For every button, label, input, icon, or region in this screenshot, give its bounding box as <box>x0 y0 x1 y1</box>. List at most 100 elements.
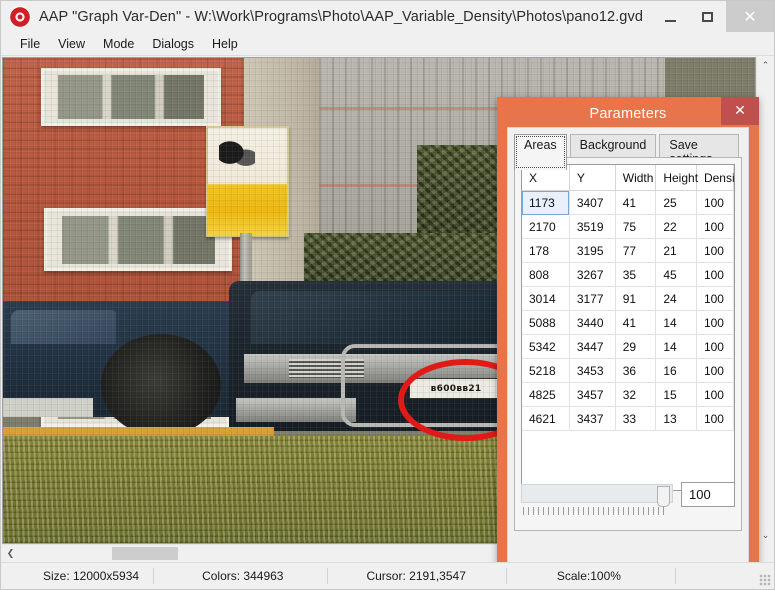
cell-height[interactable]: 16 <box>655 358 697 383</box>
column-header-density[interactable]: Density <box>696 165 734 191</box>
cell-width[interactable]: 33 <box>615 406 657 431</box>
cell-height[interactable]: 13 <box>655 406 697 431</box>
cell-x[interactable]: 5342 <box>522 334 570 359</box>
cell-x[interactable]: 178 <box>522 238 570 263</box>
dialog-close-button[interactable]: ✕ <box>721 97 759 125</box>
spare-wheel <box>100 334 222 437</box>
menu-item-view[interactable]: View <box>49 35 94 53</box>
cell-x[interactable]: 3014 <box>522 286 570 311</box>
cell-height[interactable]: 22 <box>655 214 697 239</box>
cell-density[interactable]: 100 <box>696 214 734 239</box>
app-logo-icon <box>9 5 31 28</box>
cell-width[interactable]: 32 <box>615 382 657 407</box>
dialog-title: Parameters <box>589 106 667 122</box>
density-value-field[interactable]: 100 <box>681 482 735 507</box>
slider-thumb[interactable] <box>657 486 670 507</box>
building-window <box>40 67 222 126</box>
tab-areas[interactable]: Areas <box>514 134 567 170</box>
menu-item-dialogs[interactable]: Dialogs <box>143 35 203 53</box>
cell-y[interactable]: 3447 <box>569 334 616 359</box>
cell-x[interactable]: 5218 <box>522 358 570 383</box>
slider-track[interactable] <box>521 484 673 507</box>
table-row[interactable]: 2170 3519 75 22 100 <box>522 214 734 239</box>
menu-item-file[interactable]: File <box>11 35 49 53</box>
cell-width[interactable]: 91 <box>615 286 657 311</box>
cell-height[interactable]: 14 <box>655 310 697 335</box>
window-title: AAP "Graph Var-Den" - W:\Work\Programs\P… <box>39 8 643 25</box>
cell-y[interactable]: 3457 <box>569 382 616 407</box>
cell-x[interactable]: 808 <box>522 262 570 287</box>
table-row[interactable]: 1173 3407 41 25 100 <box>522 190 734 215</box>
cell-density[interactable]: 100 <box>696 406 734 431</box>
table-row[interactable]: 3014 3177 91 24 100 <box>522 286 734 311</box>
cell-y[interactable]: 3267 <box>569 262 616 287</box>
cell-x[interactable]: 4825 <box>522 382 570 407</box>
close-button[interactable]: ✕ <box>726 1 774 32</box>
table-row[interactable]: 5088 3440 41 14 100 <box>522 310 734 335</box>
cell-height[interactable]: 25 <box>655 190 697 215</box>
cell-width[interactable]: 35 <box>615 262 657 287</box>
resize-grip[interactable] <box>759 574 771 586</box>
client-area: в600вв21 ⌃ ⌄ ❮ ❯ Parameters <box>1 56 774 562</box>
window-controls: ✕ <box>652 1 774 32</box>
horizontal-scroll-thumb[interactable] <box>112 547 178 560</box>
cell-width[interactable]: 77 <box>615 238 657 263</box>
table-row[interactable]: 4825 3457 32 15 100 <box>522 382 734 407</box>
cell-width[interactable]: 36 <box>615 358 657 383</box>
status-size: Size: 12000x5934 <box>1 568 155 584</box>
table-row[interactable]: 178 3195 77 21 100 <box>522 238 734 263</box>
table-row[interactable]: 5342 3447 29 14 100 <box>522 334 734 359</box>
areas-grid[interactable]: X Y Width Height Density 1173 <box>521 164 735 491</box>
cell-y[interactable]: 3437 <box>569 406 616 431</box>
cell-x[interactable]: 2170 <box>522 214 570 239</box>
menu-item-help[interactable]: Help <box>203 35 247 53</box>
close-icon: ✕ <box>743 6 757 26</box>
cell-x[interactable]: 1173 <box>522 190 570 215</box>
cell-density[interactable]: 100 <box>696 310 734 335</box>
building-window <box>44 208 233 272</box>
cell-y[interactable]: 3407 <box>569 190 616 215</box>
cell-height[interactable]: 14 <box>655 334 697 359</box>
minimize-icon <box>665 19 676 22</box>
density-slider[interactable] <box>521 482 673 518</box>
table-row[interactable]: 5218 3453 36 16 100 <box>522 358 734 383</box>
cell-width[interactable]: 29 <box>615 334 657 359</box>
cell-density[interactable]: 100 <box>696 382 734 407</box>
cell-y[interactable]: 3177 <box>569 286 616 311</box>
cell-y[interactable]: 3195 <box>569 238 616 263</box>
table-row[interactable]: 4621 3437 33 13 100 <box>522 406 734 431</box>
cell-height[interactable]: 24 <box>655 286 697 311</box>
cell-y[interactable]: 3519 <box>569 214 616 239</box>
cell-height[interactable]: 45 <box>655 262 697 287</box>
cell-density[interactable]: 100 <box>696 334 734 359</box>
cell-width[interactable]: 41 <box>615 190 657 215</box>
minimize-button[interactable] <box>652 1 689 32</box>
cell-density[interactable]: 100 <box>696 262 734 287</box>
cell-height[interactable]: 21 <box>655 238 697 263</box>
maximize-button[interactable] <box>689 1 726 32</box>
close-icon: ✕ <box>734 103 746 119</box>
scroll-up-icon[interactable]: ⌃ <box>757 57 774 74</box>
dialog-body: Areas Background Save settings X Y Width <box>507 127 749 562</box>
cell-x[interactable]: 4621 <box>522 406 570 431</box>
scroll-down-icon[interactable]: ⌄ <box>757 527 774 544</box>
table-row[interactable]: 808 3267 35 45 100 <box>522 262 734 287</box>
column-header-width[interactable]: Width <box>615 165 657 191</box>
cell-density[interactable]: 100 <box>696 190 734 215</box>
cell-height[interactable]: 15 <box>655 382 697 407</box>
cell-width[interactable]: 75 <box>615 214 657 239</box>
scroll-left-icon[interactable]: ❮ <box>2 545 19 562</box>
parameters-dialog: Parameters ✕ Areas Background Save setti… <box>497 97 759 562</box>
column-header-y[interactable]: Y <box>569 165 616 191</box>
status-scale: Scale:100% <box>507 568 676 584</box>
cell-y[interactable]: 3453 <box>569 358 616 383</box>
cell-density[interactable]: 100 <box>696 286 734 311</box>
cell-density[interactable]: 100 <box>696 238 734 263</box>
cell-x[interactable]: 5088 <box>522 310 570 335</box>
cell-width[interactable]: 41 <box>615 310 657 335</box>
menu-item-mode[interactable]: Mode <box>94 35 143 53</box>
title-bar: AAP "Graph Var-Den" - W:\Work\Programs\P… <box>1 1 774 33</box>
column-header-height[interactable]: Height <box>655 165 698 191</box>
cell-y[interactable]: 3440 <box>569 310 616 335</box>
cell-density[interactable]: 100 <box>696 358 734 383</box>
